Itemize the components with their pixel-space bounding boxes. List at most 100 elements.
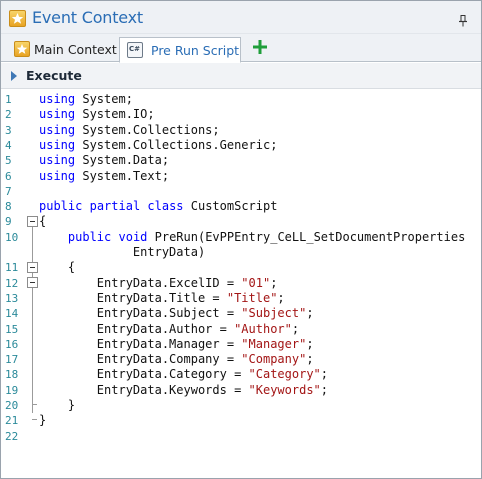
tab-pre-run-script[interactable]: C# Pre Run Script <box>119 37 241 63</box>
line-number: 20 <box>5 399 19 412</box>
line-number: 18 <box>5 368 19 382</box>
add-tab-plus-icon[interactable] <box>250 37 270 57</box>
star-icon <box>9 10 26 27</box>
code-text: EntryData.Subject = "Subject"; <box>39 306 314 320</box>
code-line[interactable]: 11 { <box>1 260 481 275</box>
keyword-token: using <box>39 92 76 106</box>
keyword-token: using <box>39 137 76 152</box>
line-number: 16 <box>5 337 19 351</box>
keyword-token: void <box>118 229 148 244</box>
csharp-icon-text: C# <box>129 45 141 53</box>
tab-label: Main Context <box>34 42 117 57</box>
line-number: 10 <box>5 230 19 244</box>
code-text: using System; <box>39 92 133 106</box>
tab-main-context[interactable]: Main Context <box>7 37 117 62</box>
code-token: EntryData.Title = <box>39 290 227 305</box>
keyword-token: using <box>39 122 76 137</box>
string-token: "Title" <box>226 290 278 305</box>
code-text: using System.Text; <box>39 169 169 183</box>
code-line[interactable]: 12 EntryData.ExcelID = "01"; <box>1 276 481 291</box>
code-line[interactable]: 5 using System.Data; <box>1 153 481 168</box>
code-text: } <box>39 398 75 412</box>
code-line[interactable]: 14 EntryData.Subject = "Subject"; <box>1 306 481 321</box>
triangle-right-icon[interactable] <box>11 71 17 81</box>
code-token: CustomScript <box>183 199 278 214</box>
string-token: "Author" <box>234 321 292 336</box>
csharp-file-icon: C# <box>127 42 143 58</box>
code-token: EntryData.Manager = <box>39 336 242 351</box>
string-token: "Category" <box>248 367 321 382</box>
keyword-token: class <box>147 199 184 214</box>
tab-label: Pre Run Script <box>151 43 240 58</box>
code-text: EntryData) <box>39 245 206 259</box>
code-token: System.Collections; <box>75 122 220 137</box>
line-number: 9 <box>5 215 12 229</box>
line-number: 17 <box>5 353 19 367</box>
code-line[interactable]: 3 using System.Collections; <box>1 123 481 138</box>
execute-bar[interactable]: Execute <box>1 63 481 89</box>
code-line[interactable]: 17 EntryData.Company = "Company"; <box>1 352 481 367</box>
line-number: 6 <box>5 169 12 183</box>
code-text: } <box>39 413 46 427</box>
string-token: "01" <box>241 275 271 290</box>
code-line-wrapped[interactable]: EntryData) <box>1 245 481 260</box>
code-token: } <box>39 413 47 428</box>
code-text: EntryData.Keywords = "Keywords"; <box>39 383 328 397</box>
code-line[interactable]: 16 EntryData.Manager = "Manager"; <box>1 337 481 352</box>
code-line[interactable]: 2 using System.IO; <box>1 107 481 122</box>
code-line[interactable]: 22 <box>1 429 481 444</box>
line-number: 7 <box>5 184 12 198</box>
code-token: ; <box>277 290 285 305</box>
code-line[interactable]: 1 using System; <box>1 92 481 107</box>
code-text: using System.Collections.Generic; <box>39 138 277 152</box>
code-line[interactable]: 19 EntryData.Keywords = "Keywords"; <box>1 383 481 398</box>
string-token: "Subject" <box>241 306 307 321</box>
string-token: "Company" <box>241 352 307 367</box>
code-token: ; <box>306 352 314 367</box>
code-text: EntryData.Title = "Title"; <box>39 291 285 305</box>
code-line[interactable]: 9{ <box>1 214 481 229</box>
code-line[interactable]: 20 } <box>1 398 481 413</box>
code-line[interactable]: 7 <box>1 184 481 199</box>
code-token: System.Collections.Generic; <box>75 137 278 152</box>
keyword-token: partial <box>89 199 141 214</box>
code-token: ; <box>270 275 278 290</box>
code-token: EntryData.Category = <box>39 367 249 382</box>
code-line[interactable]: 13 EntryData.Title = "Title"; <box>1 291 481 306</box>
code-token: ; <box>291 321 300 336</box>
code-line[interactable]: 8 public partial class CustomScript <box>1 199 481 214</box>
string-token: "Manager" <box>241 336 307 351</box>
code-text: using System.Data; <box>39 153 169 167</box>
line-number: 1 <box>5 93 12 106</box>
code-token: { <box>39 214 47 229</box>
code-token: EntryData.Author = <box>39 321 235 336</box>
line-number: 13 <box>5 291 19 305</box>
code-line[interactable]: 21} <box>1 413 481 428</box>
line-number: 4 <box>5 138 12 152</box>
code-token: System; <box>75 92 133 106</box>
event-context-panel: Event Context Main Context C# Pre Run Sc… <box>0 0 482 479</box>
keyword-token: using <box>39 107 76 122</box>
code-text: EntryData.Author = "Author"; <box>39 322 299 336</box>
line-number: 19 <box>5 383 19 397</box>
code-line[interactable]: 15 EntryData.Author = "Author"; <box>1 322 481 337</box>
code-line[interactable]: 4 using System.Collections.Generic; <box>1 138 481 153</box>
code-token: EntryData.Subject = <box>39 306 242 321</box>
code-text: { <box>39 214 46 228</box>
code-editor[interactable]: 1 using System; 2 using System.IO; 3 using Sy… <box>1 90 481 478</box>
code-text: { <box>39 260 75 274</box>
line-number: 8 <box>5 200 12 214</box>
execute-label[interactable]: Execute <box>26 68 82 83</box>
keyword-token: public <box>39 199 83 214</box>
code-line[interactable]: 6 using System.Text; <box>1 169 481 184</box>
code-token: ; <box>320 367 328 382</box>
pin-icon[interactable] <box>458 12 468 27</box>
line-number: 3 <box>5 123 12 137</box>
code-line[interactable]: 10 public void PreRun(EvPPEntry_CeLL_Set… <box>1 230 481 245</box>
code-line[interactable]: 18 EntryData.Category = "Category"; <box>1 367 481 382</box>
code-token: { <box>39 260 76 275</box>
code-text: EntryData.Category = "Category"; <box>39 367 328 381</box>
